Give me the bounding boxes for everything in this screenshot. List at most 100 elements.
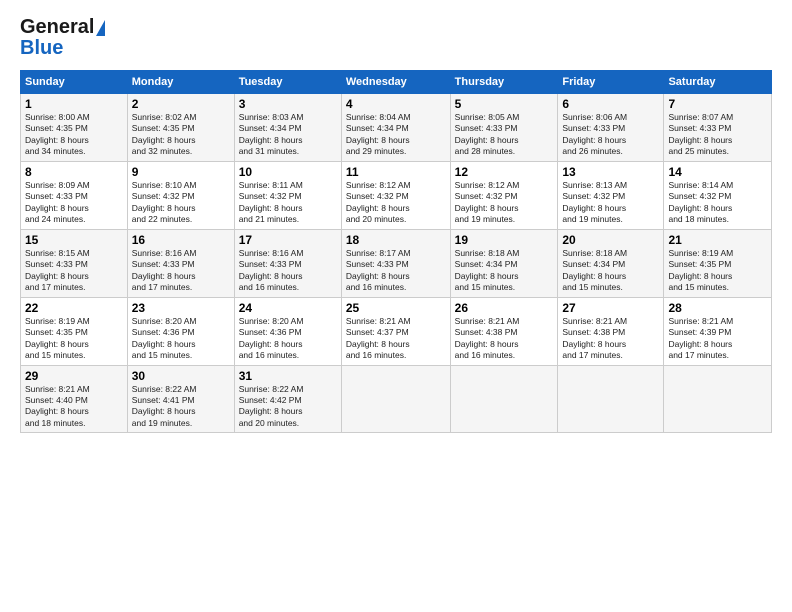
day-cell: 23Sunrise: 8:20 AM Sunset: 4:36 PM Dayli… xyxy=(127,297,234,365)
week-row-2: 8Sunrise: 8:09 AM Sunset: 4:33 PM Daylig… xyxy=(21,161,772,229)
day-number: 6 xyxy=(562,97,659,111)
day-cell: 4Sunrise: 8:04 AM Sunset: 4:34 PM Daylig… xyxy=(341,94,450,162)
day-number: 15 xyxy=(25,233,123,247)
day-number: 5 xyxy=(455,97,554,111)
day-info: Sunrise: 8:17 AM Sunset: 4:33 PM Dayligh… xyxy=(346,248,446,294)
day-cell: 25Sunrise: 8:21 AM Sunset: 4:37 PM Dayli… xyxy=(341,297,450,365)
day-info: Sunrise: 8:05 AM Sunset: 4:33 PM Dayligh… xyxy=(455,112,554,158)
day-number: 18 xyxy=(346,233,446,247)
week-row-5: 29Sunrise: 8:21 AM Sunset: 4:40 PM Dayli… xyxy=(21,365,772,433)
day-info: Sunrise: 8:13 AM Sunset: 4:32 PM Dayligh… xyxy=(562,180,659,226)
day-cell xyxy=(664,365,772,433)
day-info: Sunrise: 8:06 AM Sunset: 4:33 PM Dayligh… xyxy=(562,112,659,158)
day-cell: 16Sunrise: 8:16 AM Sunset: 4:33 PM Dayli… xyxy=(127,229,234,297)
day-number: 17 xyxy=(239,233,337,247)
logo-triangle-icon xyxy=(96,20,105,36)
day-number: 14 xyxy=(668,165,767,179)
day-cell: 15Sunrise: 8:15 AM Sunset: 4:33 PM Dayli… xyxy=(21,229,128,297)
day-info: Sunrise: 8:21 AM Sunset: 4:38 PM Dayligh… xyxy=(455,316,554,362)
day-cell: 1Sunrise: 8:00 AM Sunset: 4:35 PM Daylig… xyxy=(21,94,128,162)
day-number: 3 xyxy=(239,97,337,111)
day-info: Sunrise: 8:21 AM Sunset: 4:39 PM Dayligh… xyxy=(668,316,767,362)
day-cell: 3Sunrise: 8:03 AM Sunset: 4:34 PM Daylig… xyxy=(234,94,341,162)
day-cell: 18Sunrise: 8:17 AM Sunset: 4:33 PM Dayli… xyxy=(341,229,450,297)
day-number: 23 xyxy=(132,301,230,315)
day-cell: 31Sunrise: 8:22 AM Sunset: 4:42 PM Dayli… xyxy=(234,365,341,433)
day-number: 24 xyxy=(239,301,337,315)
day-cell: 14Sunrise: 8:14 AM Sunset: 4:32 PM Dayli… xyxy=(664,161,772,229)
day-info: Sunrise: 8:18 AM Sunset: 4:34 PM Dayligh… xyxy=(562,248,659,294)
day-cell: 29Sunrise: 8:21 AM Sunset: 4:40 PM Dayli… xyxy=(21,365,128,433)
day-cell: 9Sunrise: 8:10 AM Sunset: 4:32 PM Daylig… xyxy=(127,161,234,229)
column-header-thursday: Thursday xyxy=(450,71,558,94)
day-number: 30 xyxy=(132,369,230,383)
day-cell: 30Sunrise: 8:22 AM Sunset: 4:41 PM Dayli… xyxy=(127,365,234,433)
day-cell: 10Sunrise: 8:11 AM Sunset: 4:32 PM Dayli… xyxy=(234,161,341,229)
day-info: Sunrise: 8:02 AM Sunset: 4:35 PM Dayligh… xyxy=(132,112,230,158)
day-number: 19 xyxy=(455,233,554,247)
day-number: 4 xyxy=(346,97,446,111)
day-number: 29 xyxy=(25,369,123,383)
column-header-sunday: Sunday xyxy=(21,71,128,94)
column-header-tuesday: Tuesday xyxy=(234,71,341,94)
day-info: Sunrise: 8:03 AM Sunset: 4:34 PM Dayligh… xyxy=(239,112,337,158)
day-info: Sunrise: 8:22 AM Sunset: 4:41 PM Dayligh… xyxy=(132,384,230,430)
day-number: 11 xyxy=(346,165,446,179)
day-cell: 2Sunrise: 8:02 AM Sunset: 4:35 PM Daylig… xyxy=(127,94,234,162)
day-cell: 20Sunrise: 8:18 AM Sunset: 4:34 PM Dayli… xyxy=(558,229,664,297)
day-cell: 21Sunrise: 8:19 AM Sunset: 4:35 PM Dayli… xyxy=(664,229,772,297)
logo: General Blue xyxy=(20,16,105,60)
day-info: Sunrise: 8:10 AM Sunset: 4:32 PM Dayligh… xyxy=(132,180,230,226)
column-header-friday: Friday xyxy=(558,71,664,94)
logo-blue-text: Blue xyxy=(20,37,63,60)
day-number: 10 xyxy=(239,165,337,179)
day-info: Sunrise: 8:19 AM Sunset: 4:35 PM Dayligh… xyxy=(25,316,123,362)
day-cell: 7Sunrise: 8:07 AM Sunset: 4:33 PM Daylig… xyxy=(664,94,772,162)
day-info: Sunrise: 8:21 AM Sunset: 4:38 PM Dayligh… xyxy=(562,316,659,362)
day-cell: 13Sunrise: 8:13 AM Sunset: 4:32 PM Dayli… xyxy=(558,161,664,229)
day-cell: 6Sunrise: 8:06 AM Sunset: 4:33 PM Daylig… xyxy=(558,94,664,162)
day-info: Sunrise: 8:22 AM Sunset: 4:42 PM Dayligh… xyxy=(239,384,337,430)
day-cell: 19Sunrise: 8:18 AM Sunset: 4:34 PM Dayli… xyxy=(450,229,558,297)
day-cell xyxy=(450,365,558,433)
day-number: 12 xyxy=(455,165,554,179)
day-cell: 12Sunrise: 8:12 AM Sunset: 4:32 PM Dayli… xyxy=(450,161,558,229)
day-info: Sunrise: 8:16 AM Sunset: 4:33 PM Dayligh… xyxy=(239,248,337,294)
logo-general-text: General xyxy=(20,16,94,39)
day-info: Sunrise: 8:04 AM Sunset: 4:34 PM Dayligh… xyxy=(346,112,446,158)
column-header-monday: Monday xyxy=(127,71,234,94)
day-number: 28 xyxy=(668,301,767,315)
day-number: 27 xyxy=(562,301,659,315)
day-cell xyxy=(341,365,450,433)
day-number: 25 xyxy=(346,301,446,315)
header-row: SundayMondayTuesdayWednesdayThursdayFrid… xyxy=(21,71,772,94)
day-cell xyxy=(558,365,664,433)
day-info: Sunrise: 8:21 AM Sunset: 4:40 PM Dayligh… xyxy=(25,384,123,430)
day-info: Sunrise: 8:07 AM Sunset: 4:33 PM Dayligh… xyxy=(668,112,767,158)
header: General Blue xyxy=(20,16,772,60)
day-info: Sunrise: 8:20 AM Sunset: 4:36 PM Dayligh… xyxy=(239,316,337,362)
day-info: Sunrise: 8:15 AM Sunset: 4:33 PM Dayligh… xyxy=(25,248,123,294)
day-info: Sunrise: 8:00 AM Sunset: 4:35 PM Dayligh… xyxy=(25,112,123,158)
day-info: Sunrise: 8:09 AM Sunset: 4:33 PM Dayligh… xyxy=(25,180,123,226)
day-number: 20 xyxy=(562,233,659,247)
day-cell: 24Sunrise: 8:20 AM Sunset: 4:36 PM Dayli… xyxy=(234,297,341,365)
day-number: 13 xyxy=(562,165,659,179)
day-info: Sunrise: 8:18 AM Sunset: 4:34 PM Dayligh… xyxy=(455,248,554,294)
day-cell: 8Sunrise: 8:09 AM Sunset: 4:33 PM Daylig… xyxy=(21,161,128,229)
day-cell: 27Sunrise: 8:21 AM Sunset: 4:38 PM Dayli… xyxy=(558,297,664,365)
day-info: Sunrise: 8:12 AM Sunset: 4:32 PM Dayligh… xyxy=(346,180,446,226)
page-container: General Blue SundayMondayTuesdayWednesda… xyxy=(0,0,792,443)
day-cell: 22Sunrise: 8:19 AM Sunset: 4:35 PM Dayli… xyxy=(21,297,128,365)
day-cell: 28Sunrise: 8:21 AM Sunset: 4:39 PM Dayli… xyxy=(664,297,772,365)
day-number: 31 xyxy=(239,369,337,383)
day-cell: 17Sunrise: 8:16 AM Sunset: 4:33 PM Dayli… xyxy=(234,229,341,297)
week-row-3: 15Sunrise: 8:15 AM Sunset: 4:33 PM Dayli… xyxy=(21,229,772,297)
day-info: Sunrise: 8:20 AM Sunset: 4:36 PM Dayligh… xyxy=(132,316,230,362)
day-cell: 26Sunrise: 8:21 AM Sunset: 4:38 PM Dayli… xyxy=(450,297,558,365)
day-number: 1 xyxy=(25,97,123,111)
day-number: 2 xyxy=(132,97,230,111)
day-info: Sunrise: 8:16 AM Sunset: 4:33 PM Dayligh… xyxy=(132,248,230,294)
calendar-table: SundayMondayTuesdayWednesdayThursdayFrid… xyxy=(20,70,772,433)
day-number: 16 xyxy=(132,233,230,247)
